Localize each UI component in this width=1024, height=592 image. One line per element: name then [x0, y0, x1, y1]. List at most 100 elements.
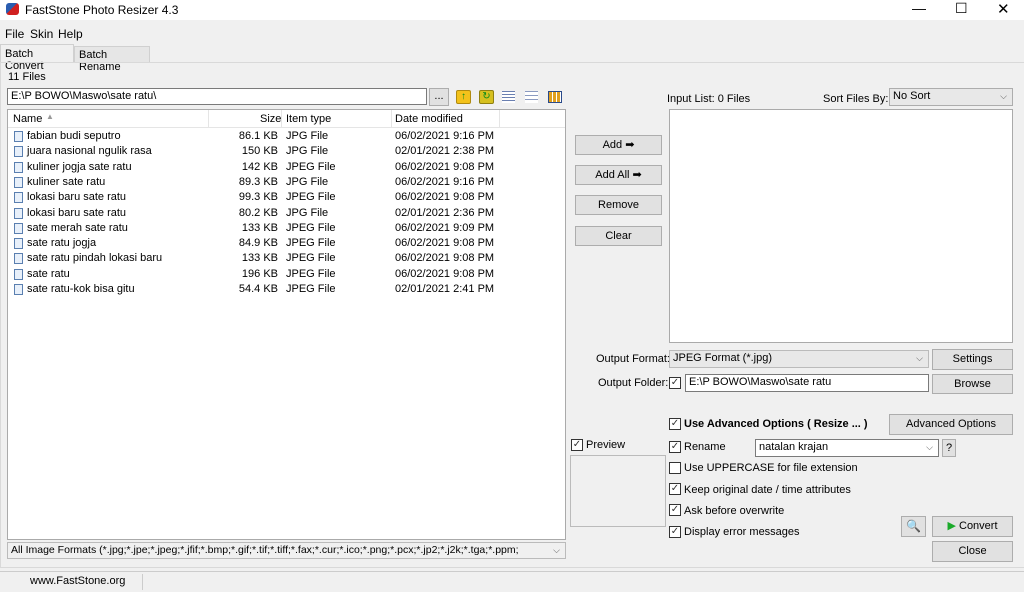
- column-size[interactable]: Size: [260, 113, 281, 125]
- format-filter-dropdown[interactable]: All Image Formats (*.jpg;*.jpe;*.jpeg;*.…: [7, 542, 566, 559]
- rename-help-button[interactable]: ?: [942, 439, 956, 457]
- tab-batch-rename[interactable]: Batch Rename: [74, 46, 150, 73]
- file-type: JPG File: [286, 175, 329, 188]
- rename-value: natalan krajan: [759, 441, 829, 453]
- browse-folder-button[interactable]: ...: [429, 88, 449, 106]
- file-row[interactable]: sate ratu-kok bisa gitu 54.4 KB JPEG Fil…: [8, 282, 566, 297]
- file-name: sate ratu pindah lokasi baru: [27, 252, 163, 265]
- uppercase-checkbox[interactable]: [669, 462, 681, 474]
- file-list[interactable]: Name ▲ Size Item type Date modified fabi…: [7, 109, 566, 540]
- close-window-button[interactable]: ✕: [997, 0, 1010, 18]
- file-row[interactable]: juara nasional ngulik rasa 150 KB JPG Fi…: [8, 144, 566, 159]
- tab-batch-convert[interactable]: Batch Convert: [0, 44, 74, 72]
- settings-button[interactable]: Settings: [932, 349, 1013, 370]
- maximize-button[interactable]: ☐: [955, 0, 968, 17]
- add-button[interactable]: Add ➡: [575, 135, 662, 155]
- file-date: 06/02/2021 9:16 PM: [395, 175, 495, 188]
- file-row[interactable]: lokasi baru sate ratu 99.3 KB JPEG File …: [8, 190, 566, 205]
- minimize-button[interactable]: —: [912, 0, 926, 16]
- output-format-dropdown[interactable]: JPEG Format (*.jpg) ⌵: [669, 350, 929, 368]
- file-date: 06/02/2021 9:08 PM: [395, 160, 495, 173]
- display-errors-label: Display error messages: [684, 526, 800, 538]
- file-row[interactable]: sate ratu pindah lokasi baru 133 KB JPEG…: [8, 251, 566, 266]
- window-title: FastStone Photo Resizer 4.3: [25, 3, 179, 17]
- column-name[interactable]: Name: [13, 113, 42, 125]
- file-type: JPEG File: [286, 283, 336, 295]
- image-file-icon: [14, 176, 23, 188]
- preview-label: Preview: [586, 439, 626, 451]
- output-format-value: JPEG Format (*.jpg): [673, 352, 773, 364]
- image-file-icon: [14, 131, 23, 142]
- refresh-folder-icon[interactable]: ↻: [479, 90, 494, 104]
- file-date: 02/01/2021 2:36 PM: [395, 206, 495, 219]
- file-name: juara nasional ngulik rasa: [27, 145, 152, 158]
- file-row[interactable]: sate ratu 196 KB JPEG File 06/02/2021 9:…: [8, 267, 566, 282]
- column-date[interactable]: Date modified: [395, 113, 463, 125]
- image-file-icon: [14, 146, 23, 158]
- preview-box: [570, 455, 666, 527]
- details-view-icon[interactable]: [525, 91, 538, 103]
- chevron-down-icon: ⌵: [926, 442, 933, 452]
- file-row[interactable]: sate merah sate ratu 133 KB JPEG File 06…: [8, 221, 566, 236]
- image-file-icon: [14, 161, 23, 173]
- file-name: sate ratu jogja: [27, 237, 97, 250]
- column-type[interactable]: Item type: [286, 113, 331, 125]
- input-list-box[interactable]: [669, 109, 1013, 343]
- file-date: 06/02/2021 9:09 PM: [395, 221, 495, 234]
- file-date: 06/02/2021 9:16 PM: [395, 130, 495, 142]
- keep-date-label: Keep original date / time attributes: [684, 484, 851, 496]
- list-view-icon[interactable]: [502, 91, 515, 103]
- rename-label: Rename: [684, 441, 726, 453]
- preview-checkbox[interactable]: ✓: [571, 439, 583, 451]
- file-type: JPEG File: [286, 252, 336, 265]
- website-link[interactable]: www.FastStone.org: [30, 575, 125, 587]
- file-date: 06/02/2021 9:08 PM: [395, 237, 495, 250]
- browse-button[interactable]: Browse: [932, 374, 1013, 394]
- convert-button[interactable]: ▶ Convert: [932, 516, 1013, 537]
- path-input[interactable]: E:\P BOWO\Maswo\sate ratu\: [7, 88, 427, 105]
- file-row[interactable]: sate ratu jogja 84.9 KB JPEG File 06/02/…: [8, 236, 566, 251]
- file-date: 06/02/2021 9:08 PM: [395, 191, 495, 204]
- keep-date-checkbox[interactable]: ✓: [669, 483, 681, 495]
- output-folder-checkbox[interactable]: ✓: [669, 377, 681, 389]
- file-row[interactable]: kuliner jogja sate ratu 142 KB JPEG File…: [8, 160, 566, 175]
- file-type: JPEG File: [286, 160, 336, 173]
- file-name: fabian budi seputro: [27, 130, 121, 142]
- folder-up-icon[interactable]: ↑: [456, 90, 471, 104]
- image-file-icon: [14, 253, 23, 265]
- menu-file[interactable]: File: [5, 27, 24, 41]
- file-date: 06/02/2021 9:08 PM: [395, 267, 495, 280]
- advanced-options-checkbox[interactable]: ✓: [669, 418, 681, 430]
- file-size: 99.3 KB: [238, 191, 278, 204]
- file-size: 133 KB: [241, 221, 278, 234]
- file-type: JPEG File: [286, 221, 336, 234]
- file-type: JPEG File: [286, 267, 336, 280]
- close-button[interactable]: Close: [932, 541, 1013, 562]
- sort-dropdown[interactable]: No Sort ⌵: [889, 88, 1013, 106]
- ask-overwrite-checkbox[interactable]: ✓: [669, 504, 681, 516]
- file-size: 133 KB: [241, 252, 278, 265]
- remove-button[interactable]: Remove: [575, 195, 662, 215]
- file-row[interactable]: lokasi baru sate ratu 80.2 KB JPG File 0…: [8, 206, 566, 221]
- thumbnail-view-icon[interactable]: [548, 91, 562, 103]
- file-size: 54.4 KB: [238, 283, 278, 295]
- menu-skin[interactable]: Skin: [30, 27, 53, 41]
- clear-button[interactable]: Clear: [575, 226, 662, 246]
- menu-help[interactable]: Help: [58, 27, 83, 41]
- output-folder-input[interactable]: E:\P BOWO\Maswo\sate ratu: [685, 374, 929, 392]
- file-row[interactable]: kuliner sate ratu 89.3 KB JPG File 06/02…: [8, 175, 566, 190]
- file-type: JPG File: [286, 130, 329, 142]
- advanced-options-button[interactable]: Advanced Options: [889, 414, 1013, 435]
- play-icon: ▶: [947, 520, 956, 532]
- output-format-label: Output Format:: [596, 353, 670, 365]
- rename-input[interactable]: natalan krajan ⌵: [755, 439, 939, 457]
- add-all-button[interactable]: Add All ➡: [575, 165, 662, 185]
- file-type: JPG File: [286, 145, 329, 158]
- file-size: 84.9 KB: [238, 237, 278, 250]
- rename-checkbox[interactable]: ✓: [669, 441, 681, 453]
- chevron-down-icon: ⌵: [1000, 91, 1007, 101]
- file-name: kuliner jogja sate ratu: [27, 160, 132, 173]
- display-errors-checkbox[interactable]: ✓: [669, 526, 681, 538]
- preview-search-button[interactable]: 🔍: [901, 516, 926, 537]
- file-row[interactable]: fabian budi seputro 86.1 KB JPG File 06/…: [8, 129, 566, 144]
